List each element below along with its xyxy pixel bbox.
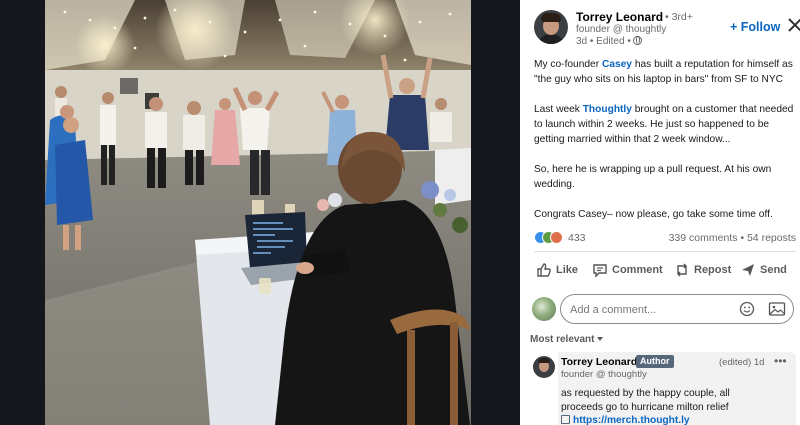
- author-avatar[interactable]: [534, 10, 568, 44]
- close-icon[interactable]: [786, 16, 800, 34]
- comment-input[interactable]: [570, 301, 730, 318]
- love-reaction-icon: [550, 231, 563, 244]
- globe-icon: [632, 36, 642, 45]
- post-detail-panel: Torrey Leonard • 3rd+ founder @ thoughtl…: [520, 0, 800, 425]
- comment-bubble: Torrey Leonard Author (edited) 1d ••• fo…: [558, 352, 796, 425]
- emoji-icon[interactable]: [739, 301, 755, 317]
- post-paragraph: So, here he is wrapping up a pull reques…: [534, 164, 772, 190]
- author-headline: founder @ thoughtly: [576, 24, 667, 35]
- commenter-name[interactable]: Torrey Leonard: [561, 356, 637, 368]
- post-meta: 3d • Edited •: [576, 36, 642, 47]
- post-paragraph: Last week Thoughtly brought on a custome…: [534, 104, 794, 145]
- commenter-avatar[interactable]: [533, 356, 555, 378]
- comment-item: Torrey Leonard Author (edited) 1d ••• fo…: [530, 352, 796, 425]
- comment-icon: [593, 264, 607, 278]
- like-icon: [537, 263, 551, 277]
- divider: [534, 251, 796, 252]
- more-options-icon[interactable]: •••: [774, 354, 787, 368]
- comment-text: as requested by the happy couple, all pr…: [561, 388, 730, 413]
- chevron-down-icon: [597, 337, 604, 341]
- viewer-avatar: [532, 297, 556, 321]
- social-counts: 433 339 comments • 54 reposts: [534, 230, 796, 246]
- comment-input-box[interactable]: [560, 294, 794, 324]
- post-paragraph: My co-founder Casey has built a reputati…: [534, 59, 793, 85]
- mention-casey[interactable]: Casey: [602, 59, 632, 70]
- comment-composer: [530, 293, 796, 325]
- image-icon[interactable]: [768, 301, 786, 317]
- reaction-count[interactable]: 433: [567, 231, 586, 244]
- sort-label: Most relevant: [530, 334, 595, 345]
- connection-degree: • 3rd+: [665, 11, 693, 23]
- comment-timestamp: (edited) 1d: [719, 357, 765, 368]
- post-timestamp: 3d • Edited •: [576, 36, 631, 47]
- repost-icon: [677, 263, 687, 277]
- send-icon: [742, 264, 754, 276]
- follow-button[interactable]: + Follow: [730, 20, 780, 34]
- post-header: Torrey Leonard • 3rd+ founder @ thoughtl…: [534, 10, 800, 50]
- commenter-headline: founder @ thoughtly: [561, 369, 647, 380]
- mention-thoughtly[interactable]: Thoughtly: [583, 104, 632, 115]
- viewer-backdrop-left: [0, 0, 45, 425]
- author-badge: Author: [636, 355, 674, 368]
- link-icon: [561, 415, 570, 424]
- image-viewer: [0, 0, 520, 425]
- comments-reposts-count[interactable]: 339 comments • 54 reposts: [669, 232, 796, 244]
- comment-link[interactable]: https://merch.thought.ly: [561, 415, 690, 425]
- comment-sort-dropdown[interactable]: Most relevant: [530, 334, 604, 345]
- author-name[interactable]: Torrey Leonard: [576, 10, 663, 24]
- post-body: My co-founder Casey has built a reputati…: [534, 57, 796, 237]
- viewer-backdrop-right: [471, 0, 520, 425]
- post-actions: Like Comment Repost Send: [534, 259, 796, 283]
- post-photo[interactable]: [45, 0, 471, 425]
- post-paragraph: Congrats Casey– now please, go take some…: [534, 209, 773, 220]
